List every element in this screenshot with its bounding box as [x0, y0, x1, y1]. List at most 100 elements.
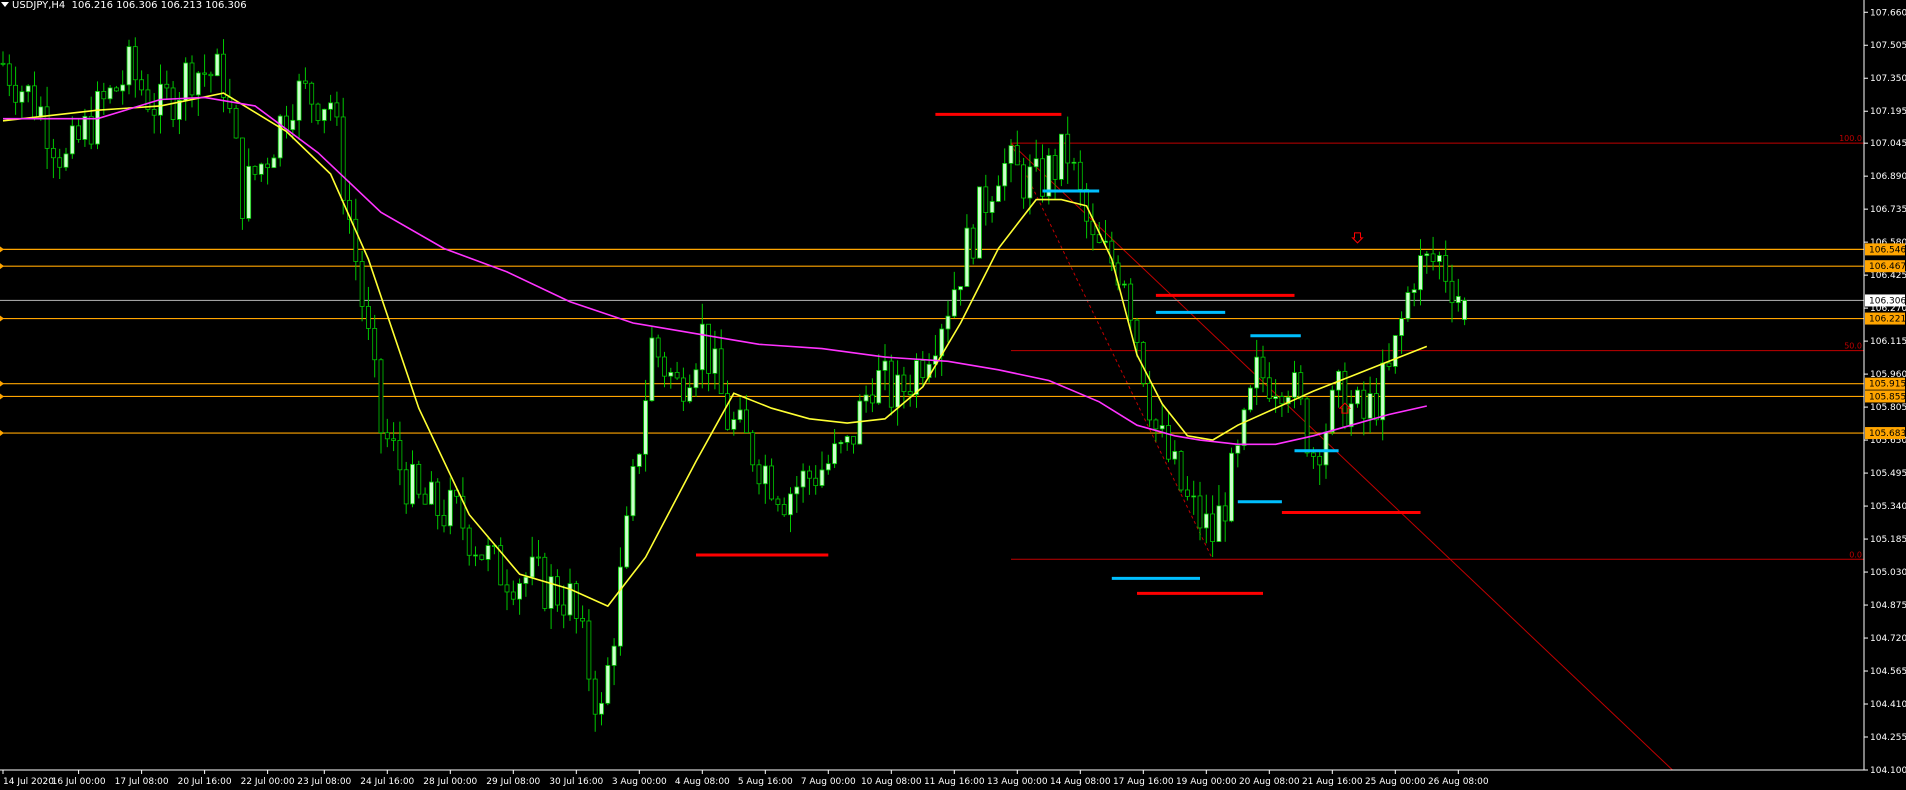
time-tick-label: 22 Jul 00:00	[241, 777, 295, 787]
candle-body	[819, 469, 825, 486]
candle-body	[214, 53, 220, 77]
candle-body	[725, 393, 730, 430]
candle-body	[750, 432, 756, 466]
candle-body	[970, 227, 976, 259]
candle-body	[618, 566, 623, 647]
time-tick-label: 30 Jul 16:00	[549, 777, 603, 787]
candle-body	[643, 400, 648, 455]
candle-body	[718, 348, 724, 395]
candle-body	[1418, 255, 1423, 291]
candle-body	[1159, 425, 1165, 430]
candle-body	[164, 83, 170, 89]
candle-body	[391, 438, 397, 441]
ohlc-readout: 106.216 106.306 106.213 106.306	[71, 0, 247, 11]
price-chart[interactable]: 100.0 50.0 0.0 107.660 107.505 107.350 107.195…	[0, 0, 1906, 790]
candle-body	[309, 82, 315, 105]
candle-body	[605, 665, 611, 704]
time-tick-label: 5 Aug 16:00	[738, 777, 793, 787]
candle-body	[32, 85, 37, 118]
candle-body	[82, 115, 88, 140]
candle-body	[712, 348, 718, 374]
candle-body	[1248, 387, 1253, 411]
candle-body	[13, 84, 19, 103]
candle-body	[1178, 451, 1184, 491]
candle-body	[1191, 495, 1197, 498]
candle-body	[1355, 389, 1360, 405]
price-tick-label: 106.115	[1870, 337, 1906, 347]
candle-body	[38, 106, 44, 118]
candle-body	[1455, 296, 1461, 304]
price-tick-label: 105.030	[1870, 568, 1906, 578]
candle-body	[44, 106, 50, 149]
candle-body	[1216, 505, 1222, 542]
candle-body	[1071, 161, 1077, 164]
fibo-level-label: 100.0	[1839, 134, 1862, 143]
candle-body	[825, 463, 831, 471]
candle-body	[151, 109, 157, 116]
candle-body	[536, 556, 541, 559]
candle-body	[586, 620, 592, 680]
candle-body	[1311, 452, 1316, 457]
candle-body	[510, 591, 516, 600]
price-tick-label: 105.805	[1870, 403, 1906, 413]
candle-body	[517, 583, 522, 600]
candle-body	[1241, 409, 1247, 446]
time-tick-label: 20 Aug 08:00	[1239, 777, 1300, 787]
level-handle-icon	[0, 393, 4, 400]
candle-body	[296, 80, 302, 121]
candle-body	[1380, 362, 1386, 421]
price-tick-label: 104.565	[1870, 667, 1906, 677]
candle-body	[1153, 419, 1159, 430]
candle-body	[1411, 289, 1417, 293]
candle-body	[996, 185, 1001, 202]
candle-body	[372, 328, 378, 361]
candle-body	[882, 360, 888, 371]
candle-body	[870, 394, 875, 404]
time-tick-label: 17 Aug 16:00	[1113, 777, 1174, 787]
price-tick-label: 106.735	[1870, 205, 1906, 215]
candle-body	[668, 371, 674, 377]
candle-body	[555, 576, 560, 606]
candle-body	[1059, 133, 1064, 180]
price-tag-label: 106.306	[1869, 296, 1906, 306]
candle-body	[1147, 383, 1152, 421]
candle-body	[863, 394, 869, 402]
candle-body	[674, 371, 680, 379]
candle-body	[1008, 145, 1014, 164]
candle-body	[1197, 495, 1203, 529]
candle-body	[636, 453, 642, 467]
candle-body	[1279, 396, 1285, 405]
candle-body	[781, 504, 787, 516]
price-tag-label: 106.546	[1869, 245, 1906, 255]
candle-body	[1014, 145, 1020, 166]
candle-body	[794, 486, 800, 495]
candle-body	[1203, 513, 1209, 529]
price-tick-label: 104.410	[1870, 700, 1906, 710]
price-tick-label: 107.195	[1870, 107, 1906, 117]
chart-menu-icon[interactable]	[1, 2, 9, 7]
candle-body	[441, 515, 447, 527]
candle-body	[1424, 253, 1430, 257]
candle-body	[246, 165, 252, 219]
candle-body	[1033, 158, 1039, 168]
candle-body	[1185, 489, 1190, 497]
candle-body	[252, 165, 258, 175]
candle-body	[365, 305, 371, 329]
candle-body	[1449, 280, 1455, 304]
time-tick-label: 4 Aug 08:00	[675, 777, 730, 787]
candle-body	[485, 545, 491, 560]
level-handle-icon	[0, 380, 4, 387]
candle-body	[176, 99, 182, 120]
candle-body	[183, 62, 189, 101]
candle-body	[945, 315, 951, 330]
candle-body	[315, 103, 321, 121]
candle-body	[580, 618, 585, 622]
arrow-down-icon	[1351, 232, 1364, 244]
time-tick-label: 16 Jul 00:00	[52, 777, 106, 787]
candle-body	[1077, 161, 1083, 190]
candle-body	[769, 465, 774, 500]
candle-body	[208, 73, 214, 77]
candle-body	[706, 323, 711, 374]
candle-body	[813, 477, 819, 486]
chart-title: USDJPY,H4 106.216 106.306 106.213 106.30…	[1, 0, 247, 11]
